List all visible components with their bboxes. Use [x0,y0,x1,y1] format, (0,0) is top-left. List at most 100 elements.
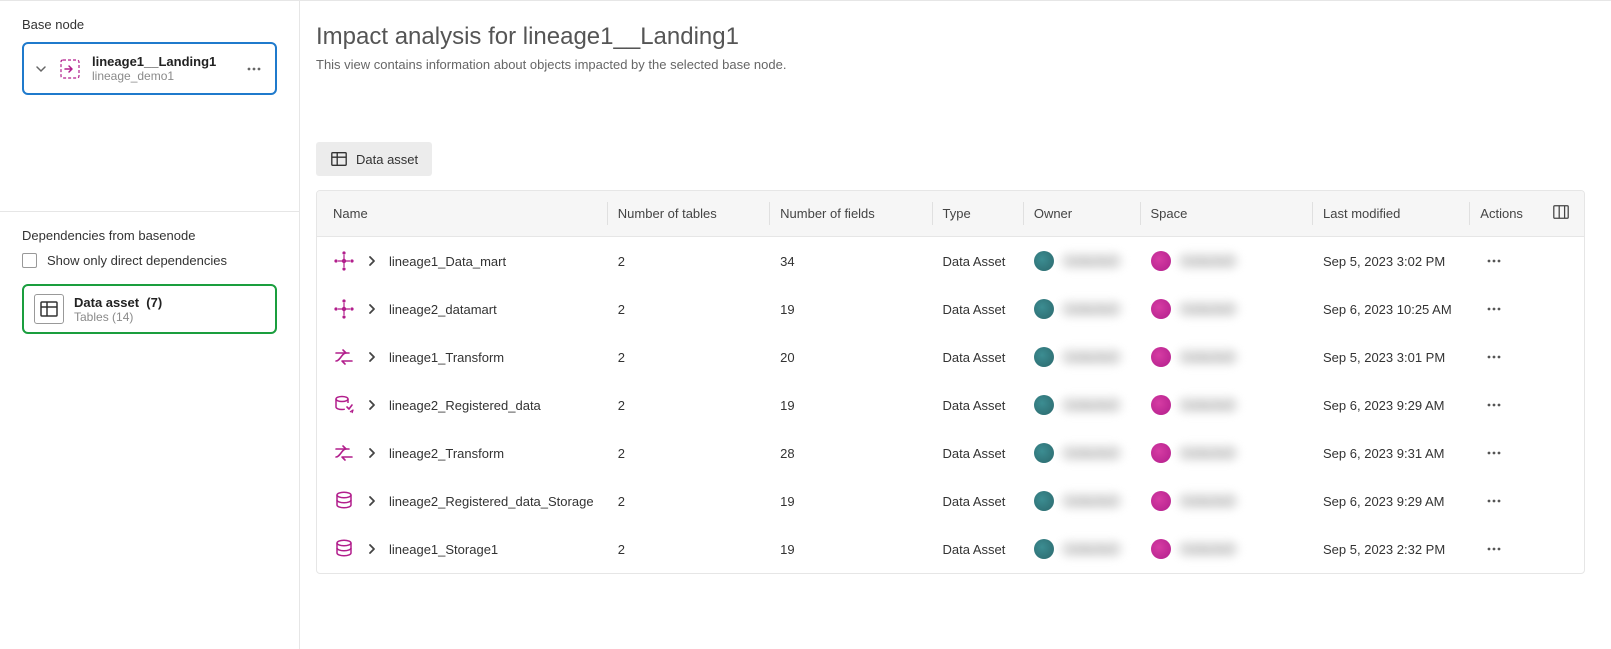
avatar-icon [1034,491,1054,511]
table-row: lineage2_Registered_data_Storage 2 19 Da… [317,477,1584,525]
col-tables[interactable]: Number of tables [608,191,770,237]
base-node-subtitle: lineage_demo1 [92,69,235,83]
row-type: Data Asset [933,477,1024,525]
col-modified[interactable]: Last modified [1313,191,1470,237]
transform-icon [333,346,355,368]
avatar-icon [1034,299,1054,319]
row-owner[interactable]: redacted [1034,251,1131,271]
row-type: Data Asset [933,237,1024,286]
col-type[interactable]: Type [933,191,1024,237]
row-name[interactable]: lineage2_Transform [389,446,504,461]
row-owner[interactable]: redacted [1034,443,1131,463]
row-modified: Sep 6, 2023 10:25 AM [1313,285,1470,333]
row-fields: 28 [770,429,932,477]
base-node-label: Base node [22,17,277,32]
row-fields: 19 [770,525,932,573]
row-name[interactable]: lineage1_Storage1 [389,542,498,557]
row-actions-button[interactable] [1480,439,1508,467]
row-owner[interactable]: redacted [1034,347,1131,367]
filter-chip-data-asset[interactable]: Data asset [316,142,432,176]
page-title: Impact analysis for lineage1__Landing1 [316,23,1585,51]
row-name[interactable]: lineage2_Registered_data [389,398,541,413]
avatar-icon [1034,347,1054,367]
row-actions-button[interactable] [1480,535,1508,563]
row-space[interactable]: redacted [1151,491,1304,511]
sidebar: Base node lineage1__Landing1 lineage_dem… [0,1,300,649]
storage-icon [333,490,355,512]
row-owner[interactable]: redacted [1034,491,1131,511]
row-actions-button[interactable] [1480,487,1508,515]
show-direct-label[interactable]: Show only direct dependencies [47,253,227,268]
row-owner[interactable]: redacted [1034,539,1131,559]
row-space[interactable]: redacted [1151,251,1304,271]
row-name[interactable]: lineage1_Transform [389,350,504,365]
row-owner[interactable]: redacted [1034,395,1131,415]
show-direct-checkbox[interactable] [22,253,37,268]
col-name[interactable]: Name [317,191,608,237]
expand-row-icon[interactable] [365,542,379,556]
expand-row-icon[interactable] [365,350,379,364]
space-icon [1151,347,1171,367]
row-type: Data Asset [933,429,1024,477]
row-name[interactable]: lineage2_datamart [389,302,497,317]
space-icon [1151,299,1171,319]
row-actions-button[interactable] [1480,295,1508,323]
row-type: Data Asset [933,285,1024,333]
row-fields: 34 [770,237,932,286]
row-type: Data Asset [933,381,1024,429]
space-icon [1151,491,1171,511]
chevron-down-icon[interactable] [34,62,48,76]
row-tables: 2 [608,381,770,429]
space-icon [1151,395,1171,415]
storage-icon [333,538,355,560]
row-fields: 19 [770,477,932,525]
row-modified: Sep 6, 2023 9:31 AM [1313,429,1470,477]
col-space[interactable]: Space [1141,191,1314,237]
impact-table: Name Number of tables Number of fields T… [316,190,1585,574]
row-space[interactable]: redacted [1151,347,1304,367]
row-owner[interactable]: redacted [1034,299,1131,319]
registered-icon [333,394,355,416]
row-tables: 2 [608,429,770,477]
avatar-icon [1034,251,1054,271]
filter-chip-label: Data asset [356,152,418,167]
row-type: Data Asset [933,525,1024,573]
more-icon[interactable] [243,58,265,80]
avatar-icon [1034,395,1054,415]
expand-row-icon[interactable] [365,254,379,268]
row-modified: Sep 5, 2023 3:01 PM [1313,333,1470,381]
row-name[interactable]: lineage1_Data_mart [389,254,506,269]
row-modified: Sep 5, 2023 3:02 PM [1313,237,1470,286]
expand-row-icon[interactable] [365,302,379,316]
row-fields: 19 [770,285,932,333]
expand-row-icon[interactable] [365,398,379,412]
table-icon [34,294,64,324]
column-chooser[interactable] [1541,191,1584,237]
space-icon [1151,251,1171,271]
dependencies-label: Dependencies from basenode [22,228,277,243]
row-space[interactable]: redacted [1151,539,1304,559]
row-name[interactable]: lineage2_Registered_data_Storage [389,494,594,509]
expand-row-icon[interactable] [365,494,379,508]
row-actions-button[interactable] [1480,247,1508,275]
dependency-title: Data asset (7) [74,295,162,310]
space-icon [1151,443,1171,463]
row-space[interactable]: redacted [1151,443,1304,463]
table-row: lineage1_Data_mart 2 34 Data Asset redac… [317,237,1584,286]
expand-row-icon[interactable] [365,446,379,460]
mart-icon [333,298,355,320]
row-actions-button[interactable] [1480,391,1508,419]
row-space[interactable]: redacted [1151,299,1304,319]
base-node-card[interactable]: lineage1__Landing1 lineage_demo1 [22,42,277,95]
row-space[interactable]: redacted [1151,395,1304,415]
col-fields[interactable]: Number of fields [770,191,932,237]
row-fields: 20 [770,333,932,381]
landing-icon [56,55,84,83]
page-description: This view contains information about obj… [316,57,1585,72]
row-actions-button[interactable] [1480,343,1508,371]
dependency-card[interactable]: Data asset (7) Tables (14) [22,284,277,334]
col-owner[interactable]: Owner [1024,191,1141,237]
row-modified: Sep 5, 2023 2:32 PM [1313,525,1470,573]
table-row: lineage2_Registered_data 2 19 Data Asset… [317,381,1584,429]
row-tables: 2 [608,333,770,381]
